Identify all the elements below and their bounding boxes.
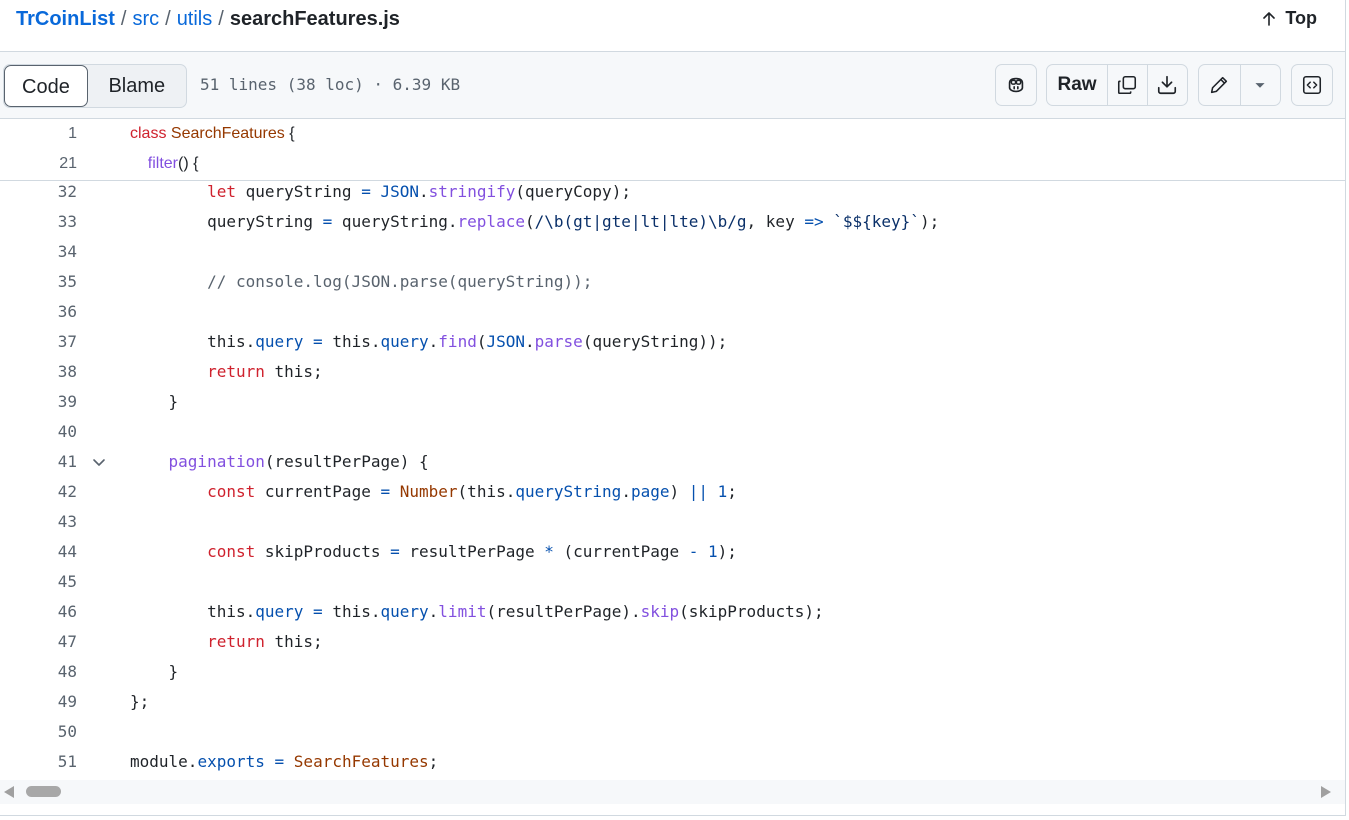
code-line: 42 const currentPage = Number(this.query… [0,477,1345,507]
code-line: 47 return this; [0,627,1345,657]
breadcrumb-separator: / [165,8,171,30]
code-line: 50 [0,717,1345,747]
line-number[interactable]: 44 [0,537,77,567]
breadcrumb: TrCoinList / src / utils / searchFeatures.js [16,6,400,32]
download-icon [1158,75,1177,95]
line-number[interactable]: 33 [0,207,77,237]
code-line: 45 [0,567,1345,597]
raw-button[interactable]: Raw [1047,65,1109,105]
breadcrumb-file-name: searchFeatures.js [229,8,400,30]
code-line: 44 const skipProducts = resultPerPage * … [0,537,1345,567]
code-line: 41 pagination(resultPerPage) { [0,447,1345,477]
code-line: 43 [0,507,1345,537]
code-line: 51 module.exports = SearchFeatures; [0,747,1345,777]
tab-code[interactable]: Code [4,65,88,107]
code-text: return this; [207,632,323,651]
symbols-panel-button[interactable] [1291,64,1333,106]
breadcrumb-separator: / [218,8,224,30]
breadcrumb-dir-utils[interactable]: utils [177,8,213,30]
line-number[interactable]: 40 [0,417,77,447]
line-number[interactable]: 37 [0,327,77,357]
code-text: } [130,662,179,681]
raw-copy-download-group: Raw [1046,64,1188,106]
code-text: pagination(resultPerPage) { [168,452,429,471]
line-number[interactable]: 1 [0,119,77,149]
line-number[interactable]: 51 [0,747,77,777]
scroll-right-arrow[interactable] [1321,786,1331,798]
line-number[interactable]: 50 [0,717,77,747]
copy-raw-button[interactable] [1108,65,1148,105]
code-line: 38 return this; [0,357,1345,387]
top-button[interactable]: Top [1261,8,1317,29]
code-line: 32 let queryString = JSON.stringify(quer… [0,177,1345,207]
code-text: } [130,392,179,411]
top-label: Top [1285,8,1317,28]
code-text: }; [130,692,150,711]
chevron-down-icon[interactable] [91,454,107,470]
code-line: 34 [0,237,1345,267]
code-line: 36 [0,297,1345,327]
breadcrumb-bar: TrCoinList / src / utils / searchFeatures.js T… [0,0,1345,52]
line-number[interactable]: 49 [0,687,77,717]
line-number[interactable]: 32 [0,177,77,207]
line-number[interactable]: 39 [0,387,77,417]
code-line: 49}; [0,687,1345,717]
scrollbar-thumb[interactable] [26,786,61,797]
line-number[interactable]: 43 [0,507,77,537]
scroll-left-arrow[interactable] [4,786,14,798]
code-square-icon [1302,75,1322,95]
code-line: 21 filter() { [0,149,1345,179]
code-text: class SearchFeatures { [130,125,295,142]
code-line: 46 this.query = this.query.limit(resultP… [0,597,1345,627]
pencil-icon [1211,76,1228,94]
triangle-down-icon [1255,83,1265,88]
view-mode-switch: Code Blame [3,64,187,108]
line-number[interactable]: 35 [0,267,77,297]
code-text: const currentPage = Number(this.queryStr… [207,482,737,501]
code-line: 33 queryString = queryString.replace(/\b… [0,207,1345,237]
tab-blame[interactable]: Blame [88,65,186,107]
line-number[interactable]: 36 [0,297,77,327]
code-line: 37 this.query = this.query.find(JSON.par… [0,327,1345,357]
code-text: let queryString = JSON.stringify(queryCo… [207,182,631,201]
line-number[interactable]: 46 [0,597,77,627]
file-toolbar: Code Blame 51 lines (38 loc) · 6.39 KB R… [0,52,1345,119]
line-number[interactable]: 21 [0,149,77,179]
file-info: 51 lines (38 loc) · 6.39 KB [200,75,461,94]
code-text: this.query = this.query.find(JSON.parse(… [130,332,728,351]
edit-options-button[interactable] [1241,65,1281,105]
code-text: queryString = queryString.replace(/\b(gt… [130,212,940,231]
line-number[interactable]: 42 [0,477,77,507]
line-number[interactable]: 48 [0,657,77,687]
line-number[interactable]: 38 [0,357,77,387]
horizontal-scrollbar[interactable] [0,780,1345,804]
code-line: 35 // console.log(JSON.parse(queryString… [0,267,1345,297]
copilot-icon [1008,77,1024,93]
copy-icon [1118,75,1137,95]
breadcrumb-repo-link[interactable]: TrCoinList [16,8,115,30]
line-number[interactable]: 45 [0,567,77,597]
code-line: 39 } [0,387,1345,417]
code-text: const skipProducts = resultPerPage * (cu… [207,542,737,561]
line-number[interactable]: 47 [0,627,77,657]
line-number[interactable]: 41 [0,447,77,477]
edit-group [1198,64,1281,106]
breadcrumb-dir-src[interactable]: src [132,8,159,30]
code-line: 1 class SearchFeatures { [0,119,1345,149]
arrow-up-icon [1263,11,1276,26]
code-text: this.query = this.query.limit(resultPerP… [130,602,824,621]
copilot-button[interactable] [995,64,1037,106]
code-line: 40 [0,417,1345,447]
line-number[interactable]: 34 [0,237,77,267]
code-line: 48 } [0,657,1345,687]
code-text: module.exports = SearchFeatures; [130,752,439,771]
code-text: filter() { [147,155,199,172]
sticky-scope-header: 1 class SearchFeatures { 21 filter() { [0,119,1345,181]
code-text: return this; [207,362,323,381]
code-text: // console.log(JSON.parse(queryString)); [207,272,593,291]
breadcrumb-separator: / [120,8,127,30]
download-button[interactable] [1148,65,1187,105]
edit-button[interactable] [1199,65,1241,105]
